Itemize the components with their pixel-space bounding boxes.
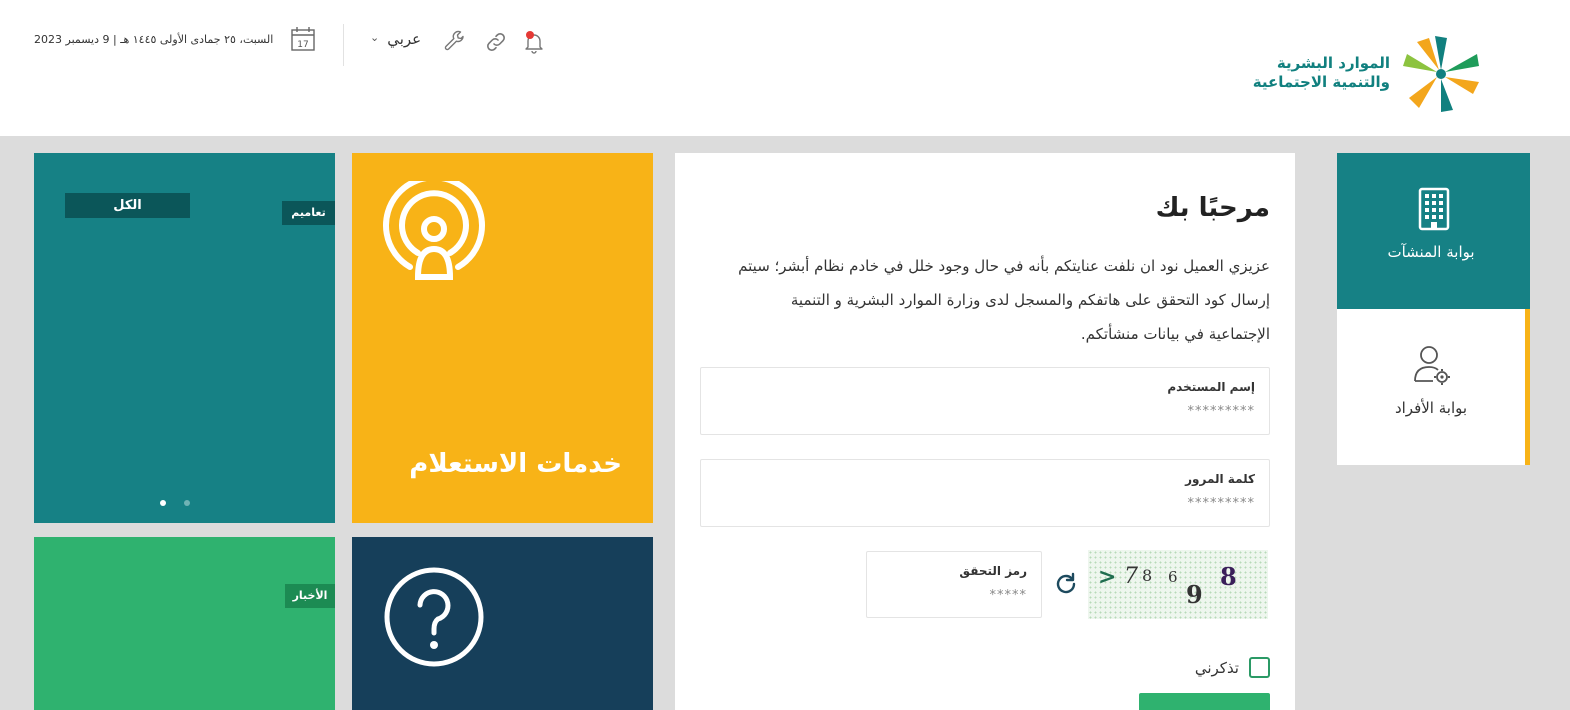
intro-line-3: الإجتماعية في بيانات منشأتكم. [1080,325,1270,343]
logo-line-2: والتنمية الاجتماعية [1252,73,1390,91]
password-input[interactable]: ********* [1188,496,1256,511]
link-icon[interactable] [484,30,508,54]
calendar-icon: 17 [291,27,315,51]
password-label: كلمة المرور [1185,472,1255,486]
captcha-char-4: 6 [1168,568,1178,586]
username-label: إسم المستخدم [1167,380,1255,394]
top-header: الموارد البشرية والتنمية الاجتماعية السب… [0,0,1570,136]
slider-dots [160,500,190,506]
login-panel: مرحبًا بك عزيزي العميل نود ان نلفت عنايت… [675,153,1295,710]
building-icon [1418,187,1449,231]
welcome-heading: مرحبًا بك [1155,193,1270,223]
captcha-image: > 7 8 6 9 8 [1088,550,1268,619]
podcast-user-icon [383,181,485,280]
captcha-code-label: رمز التحقق [959,564,1027,578]
circulars-tag: تعاميم [282,201,335,225]
inquiry-services-tile[interactable]: خدمات الاستعلام [352,153,653,523]
hrsd-star-logo-icon [1403,36,1479,112]
bell-icon[interactable] [522,30,546,54]
inquiry-services-title: خدمات الاستعلام [409,449,622,479]
intro-line-1: عزيزي العميل نود ان نلفت عنايتكم بأنه في… [738,257,1270,275]
username-input[interactable]: ********* [1188,404,1256,419]
help-tile[interactable] [352,537,653,710]
user-gear-icon [1414,346,1450,385]
question-circle-icon [384,567,484,667]
ministry-logo[interactable]: الموارد البشرية والتنمية الاجتماعية [1232,34,1482,114]
slider-dot-active[interactable] [160,500,166,506]
remember-me[interactable]: تذكرني [1195,657,1270,678]
intro-text: عزيزي العميل نود ان نلفت عنايتكم بأنه في… [695,249,1270,351]
captcha-char-1: > [1098,564,1117,590]
language-label: عربي [387,30,422,48]
logo-line-1: الموارد البشرية [1276,54,1390,72]
captcha-char-5: 9 [1186,580,1203,609]
news-slider-tile[interactable]: الكل تعاميم [34,153,335,523]
captcha-char-2: 7 [1124,564,1138,589]
news-tag: الأخبار [285,584,335,608]
logo-text: الموارد البشرية والتنمية الاجتماعية [1253,54,1390,92]
wrench-icon[interactable] [443,30,467,54]
captcha-char-6: 8 [1220,562,1237,591]
establishments-portal-label: بوابة المنشآت [1387,243,1475,261]
slider-dot[interactable] [184,500,190,506]
header-divider [343,24,344,66]
remember-me-label: تذكرني [1194,658,1239,677]
chevron-down-icon: ⌄ [370,30,380,44]
remember-me-checkbox[interactable] [1249,657,1270,678]
captcha-code-input[interactable]: ***** [990,588,1028,603]
captcha-char-3: 8 [1142,566,1153,585]
news-tile[interactable]: الأخبار [34,537,335,710]
individuals-portal-tab[interactable]: بوابة الأفراد [1337,309,1530,465]
password-field[interactable]: كلمة المرور ********* [700,459,1270,527]
login-button[interactable] [1139,693,1270,710]
notification-dot [526,31,534,39]
individuals-portal-label: بوابة الأفراد [1394,399,1468,417]
language-selector[interactable]: ⌄ عربي [370,30,421,48]
calendar-day: 17 [297,40,308,50]
portal-selector: بوابة المنشآت بوابة الأفراد [1337,153,1530,465]
establishments-portal-tab[interactable]: بوابة المنشآت [1337,153,1530,309]
captcha-code-field[interactable]: رمز التحقق ***** [866,551,1042,618]
all-news-button[interactable]: الكل [65,193,190,218]
intro-line-2: إرسال كود التحقق على هاتفكم والمسجل لدى … [790,291,1270,309]
username-field[interactable]: إسم المستخدم ********* [700,367,1270,435]
current-date: السبت، ٢٥ جمادى الأولى ١٤٤٥ هـ | 9 ديسمب… [34,33,274,46]
refresh-icon[interactable] [1053,571,1079,597]
